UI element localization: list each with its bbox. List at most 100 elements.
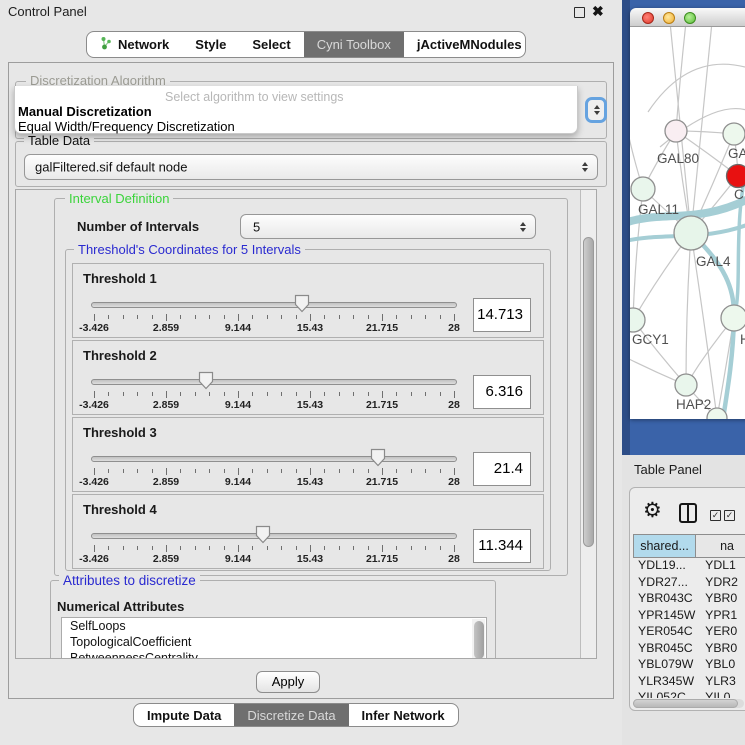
table-cell-name[interactable]: YDL1 [698,558,745,575]
threshold-value-field[interactable]: 14.713 [473,298,531,332]
threshold-label: Threshold 4 [83,502,157,517]
close-traffic-light-icon[interactable] [642,12,654,24]
node-top-right[interactable] [723,123,745,145]
minimize-traffic-light-icon[interactable] [663,12,675,24]
threshold-value-field[interactable]: 11.344 [473,529,531,563]
table-row[interactable]: YLR345WYLR3 [633,674,745,691]
table-row[interactable]: YBR043CYBR0 [633,591,745,608]
threshold-slider-thumb[interactable] [370,448,386,467]
slider-tick [310,468,311,475]
tab-network[interactable]: Network [87,32,182,57]
threshold-value-field[interactable]: 6.316 [473,375,531,409]
column-header-name[interactable]: na [696,534,745,558]
gear-icon[interactable]: ⚙ [643,498,662,523]
node-gal11[interactable] [631,177,655,201]
table-row[interactable]: YDR27...YDR2 [633,575,745,592]
table-cell-shared[interactable]: YPR145W [633,608,698,625]
table-cell-name[interactable]: YPR1 [698,608,745,625]
table-cell-shared[interactable]: YBL079W [633,657,698,674]
node-hap2[interactable] [675,374,697,396]
table-cell-shared[interactable]: YER054C [633,624,698,641]
tab-select[interactable]: Select [239,32,303,57]
checkbox-icon[interactable]: ✓ [724,510,735,521]
network-icon [100,36,112,53]
table-cell-shared[interactable]: YBR043C [633,591,698,608]
node-red[interactable] [727,165,745,188]
threshold-slider-track[interactable] [91,456,457,462]
slider-tick [224,315,225,319]
threshold-slider-track[interactable] [91,533,457,539]
table-cell-name[interactable]: YBL0 [698,657,745,674]
attribute-list-item[interactable]: BetweennessCentrality [62,650,486,659]
table-data-combobox[interactable]: galFiltered.sif default node [24,154,598,180]
node-label-gal4: GAL4 [696,254,731,269]
slider-tick [425,546,426,550]
split-panel-icon[interactable] [679,503,697,523]
threshold-slider-thumb[interactable] [198,371,214,390]
network-window-titlebar[interactable] [630,8,745,27]
node-gcy1[interactable] [630,308,645,332]
table-horizontal-scrollbar[interactable] [633,699,744,708]
table-cell-name[interactable]: YDR2 [698,575,745,592]
settings-scrollbar-thumb[interactable] [583,237,594,547]
number-of-intervals-combobox[interactable]: 5 [240,214,536,239]
slider-tick [166,314,167,321]
slider-tick [281,392,282,396]
attributes-scrollbar[interactable] [472,619,485,659]
algorithm-option[interactable]: Manual Discretization [17,104,577,119]
attributes-scrollbar-thumb[interactable] [474,621,484,659]
network-canvas[interactable]: GAL80 GA C GAL11 GAL4 GCY1 H HAP2 [630,27,745,419]
threshold-slider-thumb[interactable] [294,294,310,313]
slider-tick-label: -3.426 [64,399,124,411]
table-row[interactable]: YIL052CYIL0 [633,690,745,698]
column-header-shared[interactable]: shared... [633,534,696,558]
settings-vertical-scrollbar[interactable] [580,190,596,658]
close-icon[interactable]: ✖ [592,3,604,20]
node-right-mid[interactable] [721,305,745,331]
node-gal80[interactable] [665,120,687,142]
threshold-slider-thumb[interactable] [255,525,271,544]
slider-tick [339,392,340,396]
table-cell-name[interactable]: YER0 [698,624,745,641]
table-scrollbar-thumb[interactable] [633,699,738,708]
table-cell-shared[interactable]: YIL052C [633,690,698,698]
zoom-traffic-light-icon[interactable] [684,12,696,24]
table-row[interactable]: YER054CYER0 [633,624,745,641]
table-cell-name[interactable]: YBR0 [698,591,745,608]
slider-tick [123,469,124,473]
node-gal4[interactable] [674,216,708,250]
tab-jactivemnodules[interactable]: jActiveMNodules [404,32,526,57]
slider-tick [296,546,297,550]
table-cell-shared[interactable]: YBR045C [633,641,698,658]
table-row[interactable]: YDL19...YDL1 [633,558,745,575]
algorithm-combobox-stepper[interactable] [585,97,607,123]
slider-tick-label: -3.426 [64,553,124,565]
table-cell-name[interactable]: YLR3 [698,674,745,691]
table-cell-shared[interactable]: YDL19... [633,558,698,575]
tab-impute-data[interactable]: Impute Data [134,704,234,726]
tab-infer-network[interactable]: Infer Network [349,704,458,726]
tab-discretize-data[interactable]: Discretize Data [234,704,348,726]
slider-tick [368,469,369,473]
apply-button[interactable]: Apply [256,671,320,693]
table-cell-name[interactable]: YIL0 [698,690,745,698]
slider-tick [137,469,138,473]
float-window-icon[interactable] [574,7,585,18]
attribute-list-item[interactable]: SelfLoops [62,618,486,634]
algorithm-option[interactable]: Equal Width/Frequency Discretization [17,119,577,134]
threshold-value-field[interactable]: 21.4 [473,452,531,486]
table-row[interactable]: YPR145WYPR1 [633,608,745,625]
table-row[interactable]: YBL079WYBL0 [633,657,745,674]
tab-cyni-toolbox[interactable]: Cyni Toolbox [304,32,404,57]
threshold-slider-track[interactable] [91,379,457,385]
attribute-list-item[interactable]: TopologicalCoefficient [62,634,486,650]
table-cell-name[interactable]: YBR0 [698,641,745,658]
tab-style[interactable]: Style [182,32,239,57]
slider-tick [425,315,426,319]
checkbox-icon[interactable]: ✓ [710,510,721,521]
table-row[interactable]: YBR045CYBR0 [633,641,745,658]
table-cell-shared[interactable]: YLR345W [633,674,698,691]
threshold-slider-track[interactable] [91,302,457,308]
table-cell-shared[interactable]: YDR27... [633,575,698,592]
control-panel-titlebar: Control Panel ✖ [0,0,622,24]
